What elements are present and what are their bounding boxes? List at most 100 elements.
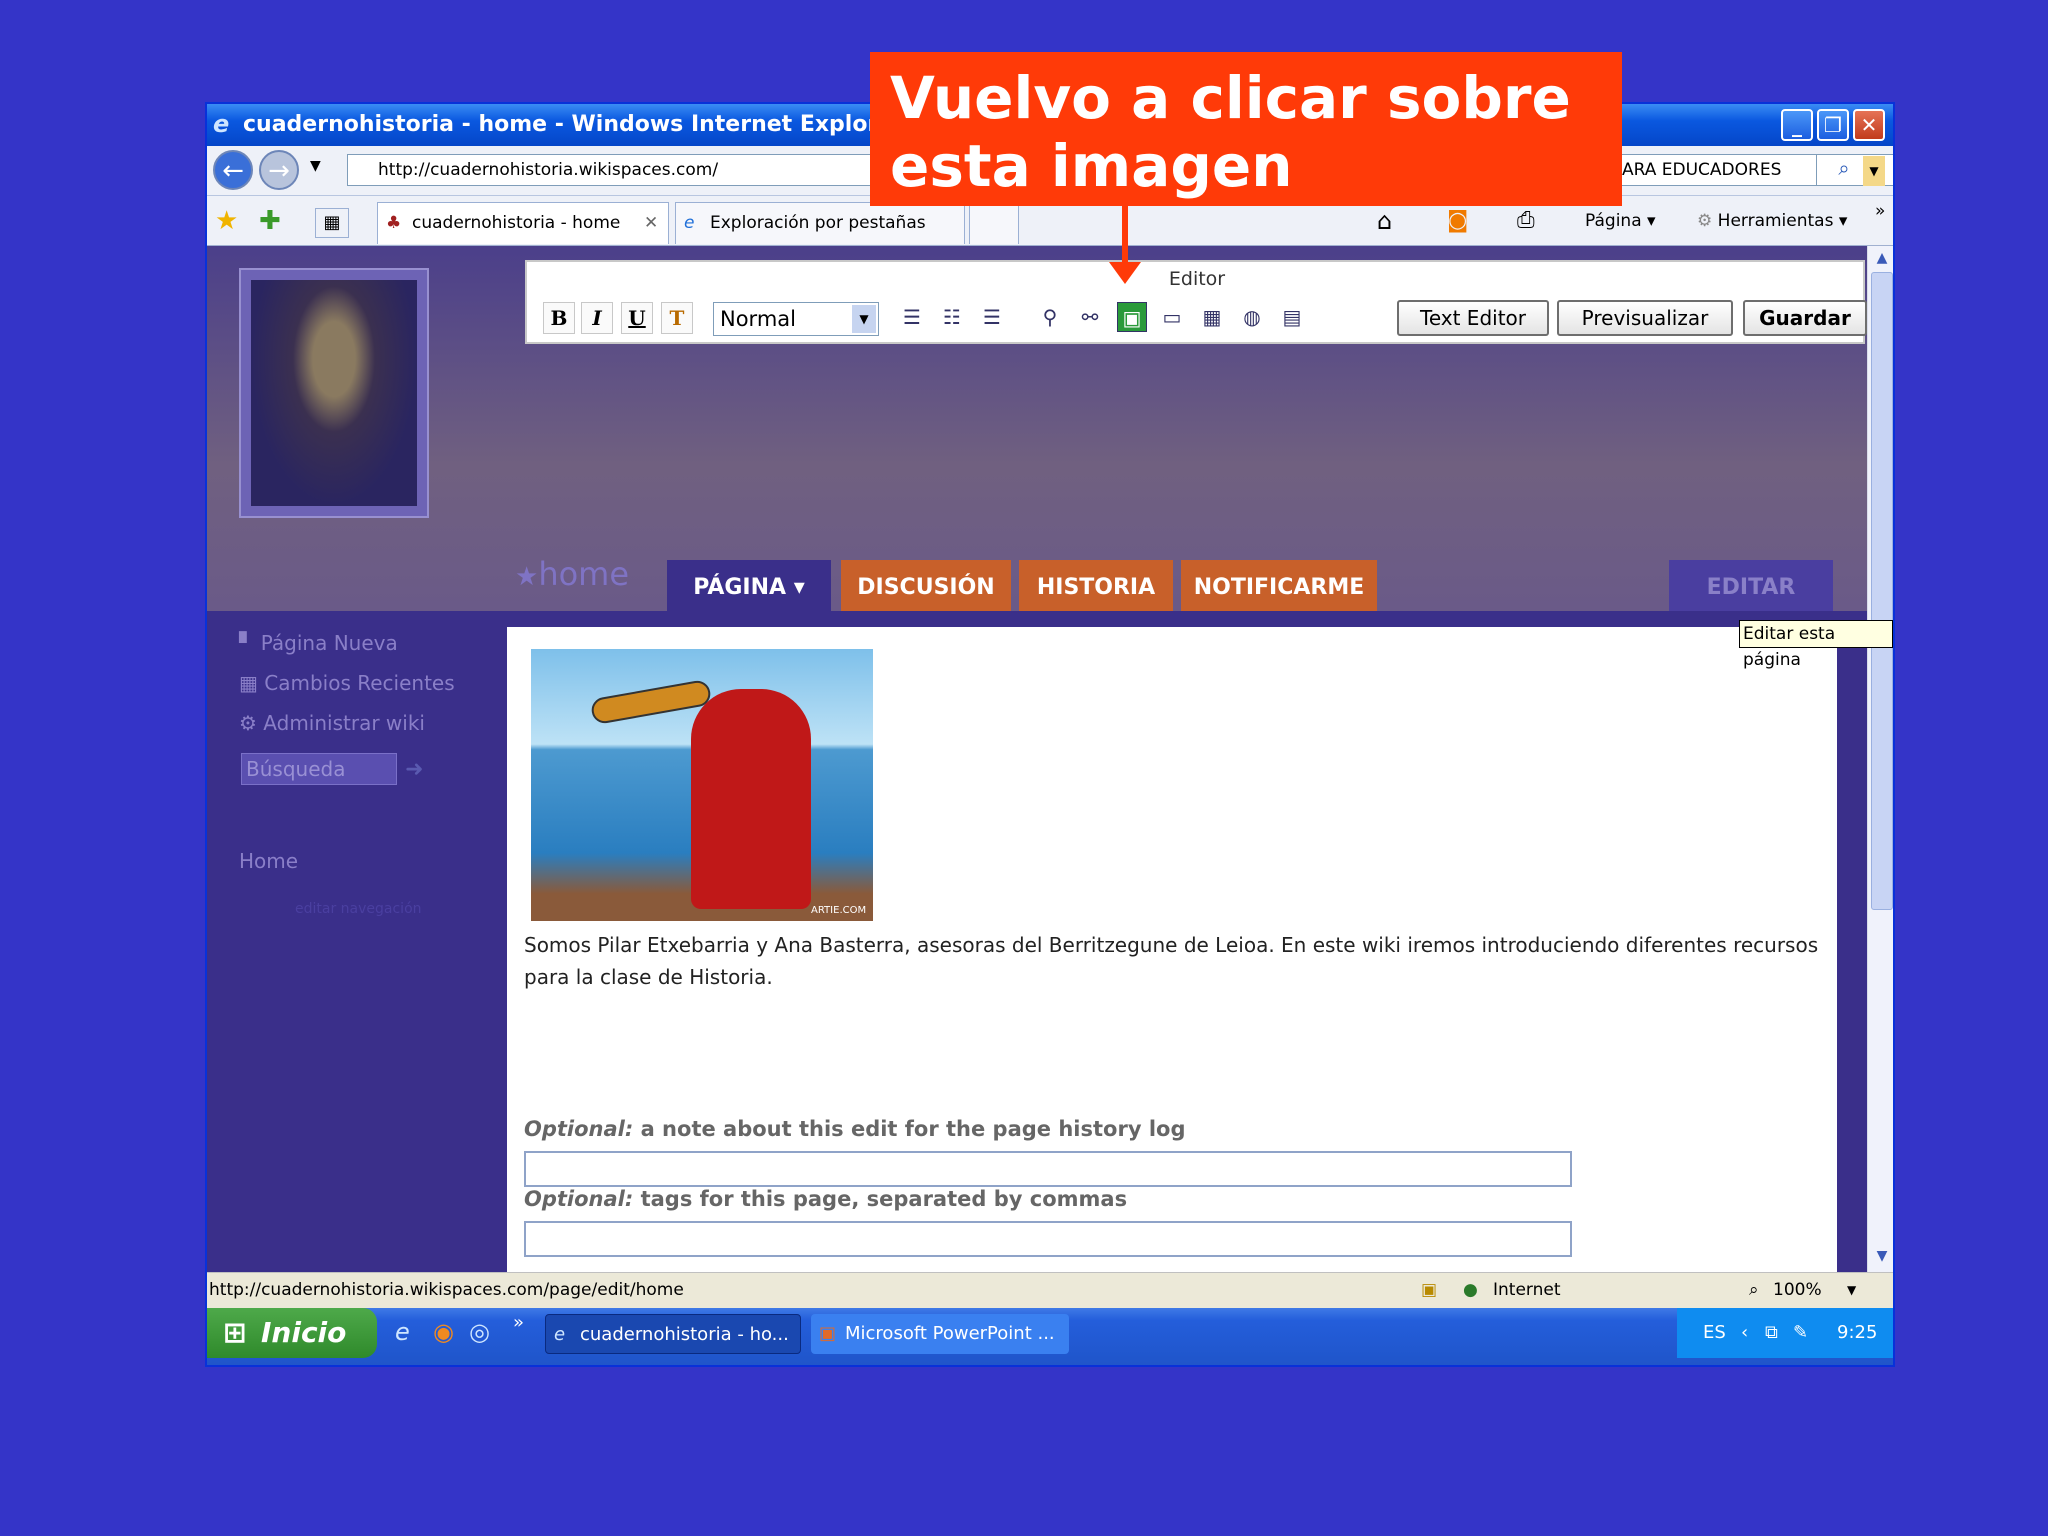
- task-powerpoint[interactable]: ▣ Microsoft PowerPoint ...: [811, 1314, 1069, 1354]
- text-editor-button[interactable]: Text Editor: [1397, 300, 1549, 336]
- zoom-level[interactable]: 100%: [1773, 1273, 1822, 1307]
- close-button[interactable]: ✕: [1853, 109, 1885, 141]
- telescope-icon: [589, 678, 713, 726]
- insert-media-icon[interactable]: ▭: [1157, 302, 1187, 332]
- start-button[interactable]: ⊞ Inicio: [207, 1308, 377, 1358]
- page-menu[interactable]: Página ▾: [1585, 208, 1656, 234]
- forward-button[interactable]: →: [259, 150, 299, 190]
- powerpoint-icon: ▣: [819, 1323, 837, 1344]
- tab-cuadernohistoria[interactable]: ♣ cuadernohistoria - home ✕: [377, 202, 669, 244]
- tab-exploracion[interactable]: e Exploración por pestañas: [675, 202, 965, 244]
- zoom-icon[interactable]: ⌕: [1749, 1273, 1759, 1307]
- bold-icon[interactable]: B: [543, 302, 575, 334]
- tray-app-icon[interactable]: ✎: [1793, 1308, 1808, 1358]
- preview-button[interactable]: Previsualizar: [1557, 300, 1733, 336]
- style-select-value: Normal: [720, 307, 796, 331]
- sailor-figure: [691, 689, 811, 909]
- tags-label: Optional: tags for this page, separated …: [524, 1187, 1128, 1211]
- tab-notificarme[interactable]: NOTIFICARME: [1181, 560, 1377, 616]
- search-box[interactable]: ARA EDUCADORES: [1617, 154, 1817, 186]
- browser-window: e cuadernohistoria - home - Windows Inte…: [205, 102, 1895, 1367]
- search-icon[interactable]: ⌕: [1829, 156, 1859, 186]
- text-color-icon[interactable]: T: [661, 302, 693, 334]
- language-indicator[interactable]: ES: [1703, 1308, 1726, 1358]
- add-favorites-icon[interactable]: ✚: [259, 206, 281, 236]
- italic-icon[interactable]: I: [581, 302, 613, 334]
- callout-line-1: Vuelvo a clicar sobre: [890, 64, 1571, 132]
- edit-button[interactable]: EDITAR: [1669, 560, 1833, 616]
- wiki-sidebar: ▘ Página Nueva ▦ Cambios Recientes ⚙ Adm…: [207, 611, 507, 1272]
- insert-table-icon[interactable]: ▦: [1197, 302, 1227, 332]
- ie-quicklaunch-icon[interactable]: e: [395, 1318, 410, 1346]
- link-icon[interactable]: ⚲: [1035, 302, 1065, 332]
- tools-menu[interactable]: ⚙ Herramientas ▾: [1697, 208, 1847, 234]
- scroll-up-icon[interactable]: ▲: [1870, 246, 1893, 270]
- page-name: ★home: [515, 555, 630, 593]
- wiki-favicon-icon: ♣: [386, 213, 402, 233]
- tray-expand-icon[interactable]: ‹: [1741, 1308, 1748, 1358]
- vertical-scrollbar[interactable]: ▲ ▼: [1867, 246, 1893, 1272]
- numbered-list-icon[interactable]: ☰: [897, 302, 927, 332]
- callout-line-2: esta imagen: [890, 132, 1293, 200]
- tab-pagina[interactable]: PÁGINA ▾: [667, 560, 831, 616]
- search-options-icon[interactable]: ▼: [1863, 156, 1885, 186]
- tab-historia[interactable]: HISTORIA: [1019, 560, 1173, 616]
- network-icon[interactable]: ⧉: [1765, 1308, 1778, 1358]
- status-url: http://cuadernohistoria.wikispaces.com/p…: [209, 1280, 684, 1300]
- editor-toolbar: Editor B I U T Normal ▼ ☰ ☷ ☰ ⚲ ⚯ ▣ ▭ ▦ …: [525, 260, 1867, 344]
- horizontal-rule-icon[interactable]: ☰: [977, 302, 1007, 332]
- sailor-telescope-image[interactable]: ARTIE.COM: [531, 649, 873, 921]
- scroll-thumb[interactable]: [1871, 272, 1893, 910]
- minimize-button[interactable]: _: [1781, 109, 1813, 141]
- system-tray: ES ‹ ⧉ ✎ 9:25: [1677, 1308, 1893, 1358]
- chevron-more-icon[interactable]: »: [1875, 198, 1885, 224]
- unlink-icon[interactable]: ⚯: [1075, 302, 1105, 332]
- firefox-icon[interactable]: ◉: [433, 1318, 454, 1346]
- new-tab-button[interactable]: [969, 202, 1019, 244]
- close-tab-icon[interactable]: ✕: [644, 203, 658, 243]
- outlook-icon[interactable]: ◎: [469, 1318, 490, 1346]
- editor-title: Editor: [1168, 268, 1226, 290]
- quick-tabs-icon[interactable]: ▦: [315, 208, 349, 238]
- task-ie[interactable]: e cuadernohistoria - ho...: [545, 1314, 801, 1354]
- feeds-icon[interactable]: ◙: [1447, 208, 1468, 234]
- maximize-button[interactable]: ❐: [1817, 109, 1849, 141]
- edit-note-input[interactable]: [524, 1151, 1572, 1187]
- underline-icon[interactable]: U: [621, 302, 653, 334]
- sidebar-item-nueva[interactable]: ▘ Página Nueva: [239, 631, 398, 655]
- print-icon[interactable]: ⎙: [1517, 208, 1535, 234]
- mona-lisa-logo: [241, 270, 427, 516]
- insert-code-icon[interactable]: ▤: [1277, 302, 1307, 332]
- home-icon[interactable]: ⌂: [1377, 208, 1392, 234]
- insert-widget-icon[interactable]: ◍: [1237, 302, 1267, 332]
- edit-navigation-link[interactable]: editar navegación: [295, 901, 422, 917]
- bullet-list-icon[interactable]: ☷: [937, 302, 967, 332]
- ie-task-icon: e: [554, 1324, 566, 1345]
- search-go-icon[interactable]: ➜: [405, 757, 423, 782]
- star-icon[interactable]: ★: [515, 562, 538, 592]
- back-button[interactable]: ←: [213, 150, 253, 190]
- save-button[interactable]: Guardar: [1743, 300, 1867, 336]
- tools-menu-label: Herramientas: [1717, 211, 1834, 231]
- security-icon: ▣: [1421, 1280, 1438, 1300]
- sidebar-search-input[interactable]: Búsqueda: [241, 753, 397, 785]
- edit-tooltip: Editar esta página: [1739, 620, 1893, 670]
- zoom-dropdown-icon[interactable]: ▼: [1847, 1273, 1856, 1307]
- more-icon[interactable]: »: [513, 1312, 524, 1333]
- insert-image-icon[interactable]: ▣: [1117, 302, 1147, 332]
- calendar-icon: ▦: [239, 671, 258, 695]
- history-dropdown-icon[interactable]: ▼: [310, 158, 321, 174]
- zone-label: Internet: [1493, 1280, 1561, 1300]
- favorites-star-icon[interactable]: ★: [215, 206, 238, 236]
- taskbar: ⊞ Inicio e ◉ ◎ » e cuadernohistoria - ho…: [207, 1308, 1893, 1365]
- style-select[interactable]: Normal ▼: [713, 302, 879, 336]
- sidebar-item-admin[interactable]: ⚙ Administrar wiki: [239, 711, 425, 735]
- tags-input[interactable]: [524, 1221, 1572, 1257]
- page-content: Editor B I U T Normal ▼ ☰ ☷ ☰ ⚲ ⚯ ▣ ▭ ▦ …: [207, 246, 1867, 1272]
- status-bar: http://cuadernohistoria.wikispaces.com/p…: [207, 1272, 1893, 1308]
- ie-logo-icon: e: [213, 110, 230, 138]
- sidebar-item-cambios[interactable]: ▦ Cambios Recientes: [239, 671, 455, 695]
- scroll-down-icon[interactable]: ▼: [1870, 1244, 1893, 1268]
- tab-discusion[interactable]: DISCUSIÓN: [841, 560, 1011, 616]
- sidebar-home-link[interactable]: Home: [239, 849, 298, 873]
